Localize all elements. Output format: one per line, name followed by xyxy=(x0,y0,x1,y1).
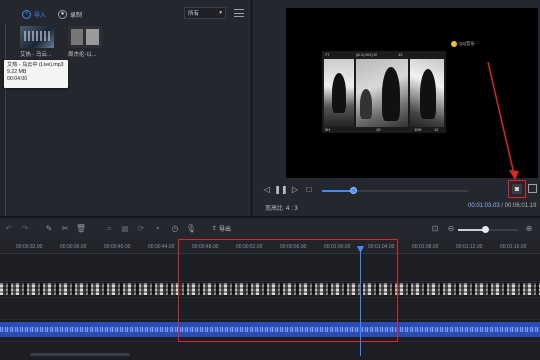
export-button[interactable]: ⇪ 导出 xyxy=(212,224,231,233)
record-label: 录制 xyxy=(70,12,83,19)
timecode-current: 00:01:03.03 xyxy=(468,203,500,209)
timeline-scrollbar[interactable] xyxy=(30,353,130,356)
ruler-tick-label: 00:00:56.00 xyxy=(280,244,307,250)
record-button[interactable]: ● 录制 xyxy=(58,8,82,20)
preview-progress-slider[interactable] xyxy=(322,187,468,194)
timecode-total: 00:06:01.19 xyxy=(504,203,537,209)
qq-music-logo-icon xyxy=(451,41,457,47)
ruler-tick-label: 00:00:36.00 xyxy=(60,244,87,250)
highlight-box-snapshot xyxy=(508,180,526,198)
export-icon: ⇪ xyxy=(212,226,218,232)
audio-thumbnail xyxy=(20,26,54,48)
edit-icon[interactable]: ✎ xyxy=(44,224,54,234)
video-thumbnail xyxy=(68,26,102,48)
import-button[interactable]: + 导入 xyxy=(22,8,46,20)
qq-music-watermark: QQ音乐 xyxy=(451,41,475,47)
plus-circle-icon: + xyxy=(22,9,31,19)
pause-icon[interactable]: ❚❚ xyxy=(274,185,287,195)
media-library-panel: + 导入 ● 录制 所有 ▾ 艾热 - 乌云... 周杰伦-以... 艾热 - … xyxy=(0,0,252,216)
progress-knob[interactable] xyxy=(349,187,357,194)
undo-icon[interactable]: ↶ xyxy=(4,224,14,234)
microphone-icon[interactable]: 🎙 xyxy=(186,224,196,234)
import-label: 导入 xyxy=(34,12,47,19)
frame-caption: 9H xyxy=(325,127,331,132)
ruler-tick-label: 00:00:44.00 xyxy=(148,244,175,250)
ruler-tick-label: 00:00:48.00 xyxy=(192,244,219,250)
media-item-audio[interactable]: 艾热 - 乌云... xyxy=(20,26,54,58)
zoom-out-icon[interactable]: ⊖ xyxy=(446,224,456,234)
tooltip-filename: 艾热 - 乌云中 (Live).mp3 xyxy=(7,62,64,68)
media-list-gutter xyxy=(0,24,6,216)
crop-icon[interactable]: ⌗ xyxy=(104,224,114,234)
preview-video-frame: 77 (8-1) KO) N 12 9H 10 10H 12 xyxy=(322,51,446,133)
media-item-video[interactable]: 周杰伦-以... xyxy=(68,26,102,58)
ruler-tick-label: 00:01:00.00 xyxy=(324,244,351,250)
frame-caption: 12 xyxy=(398,52,403,57)
playback-controls: ◁ ❚❚ ▷ □ xyxy=(262,184,318,196)
previous-frame-icon[interactable]: ◁ xyxy=(262,185,272,195)
media-info-tooltip: 艾热 - 乌云中 (Live).mp3 9.22 MB 00:04:00 xyxy=(4,60,68,88)
frame-caption: (8-1) KO) N xyxy=(356,52,377,57)
media-toolbar: + 导入 ● 录制 所有 ▾ xyxy=(0,0,252,26)
fullscreen-icon[interactable] xyxy=(528,184,537,193)
comic-panel xyxy=(356,59,408,127)
frame-caption: 10H xyxy=(414,127,422,132)
comic-panel xyxy=(324,59,354,127)
frame-caption: 12 xyxy=(434,127,439,132)
comic-panel xyxy=(410,59,444,127)
tooltip-duration: 00:04:00 xyxy=(7,76,28,82)
tooltip-size: 9.22 MB xyxy=(7,69,27,75)
media-filter-select[interactable]: 所有 ▾ xyxy=(184,7,226,19)
media-item-name: 周杰伦-以... xyxy=(68,52,97,58)
speed-icon[interactable]: ◔ xyxy=(152,224,162,234)
chevron-down-icon: ▾ xyxy=(219,10,222,16)
rotate-icon[interactable]: ⟳ xyxy=(136,224,146,234)
ruler-tick-label: 00:00:32.00 xyxy=(16,244,43,250)
cut-icon[interactable]: ✂ xyxy=(60,224,70,234)
timecode: 00:01:03.03 / 00:06:01.19 xyxy=(468,203,537,209)
zoom-in-icon[interactable]: ⊕ xyxy=(524,224,534,234)
fit-timeline-icon[interactable]: ⊡ xyxy=(430,224,440,234)
zoom-fill xyxy=(458,229,485,231)
stop-icon[interactable]: □ xyxy=(304,185,314,195)
record-circle-icon: ● xyxy=(58,9,67,19)
list-menu-icon[interactable] xyxy=(234,8,244,18)
delete-icon[interactable]: 🗑 xyxy=(76,224,86,234)
export-label: 导出 xyxy=(219,227,232,233)
filter-value: 所有 xyxy=(188,11,200,17)
watermark-text: QQ音乐 xyxy=(459,41,476,46)
ruler-tick-label: 00:00:52.00 xyxy=(236,244,263,250)
highlight-box-timeline xyxy=(178,239,398,342)
media-item-name: 艾热 - 乌云... xyxy=(20,52,52,58)
ruler-tick-label: 00:01:04.00 xyxy=(368,244,395,250)
aspect-ratio: 宽高比 4 : 3 xyxy=(265,203,298,212)
mosaic-icon[interactable]: ▦ xyxy=(120,224,130,234)
progress-fill xyxy=(322,190,353,192)
duration-icon[interactable]: ◷ xyxy=(170,224,180,234)
ruler-tick-label: 00:01:16.00 xyxy=(500,244,527,250)
zoom-knob[interactable] xyxy=(482,226,489,233)
ruler-tick-label: 00:01:12.00 xyxy=(456,244,483,250)
redo-icon[interactable]: ↷ xyxy=(20,224,30,234)
next-frame-icon[interactable]: ▷ xyxy=(290,185,300,195)
aspect-ratio-value[interactable]: 4 : 3 xyxy=(286,206,298,212)
ruler-tick-label: 00:00:40.00 xyxy=(104,244,131,250)
aspect-ratio-label: 宽高比 xyxy=(265,206,284,212)
frame-caption: 77 xyxy=(325,52,330,57)
ruler-tick-label: 00:01:08.00 xyxy=(412,244,439,250)
frame-caption: 10 xyxy=(376,127,381,132)
